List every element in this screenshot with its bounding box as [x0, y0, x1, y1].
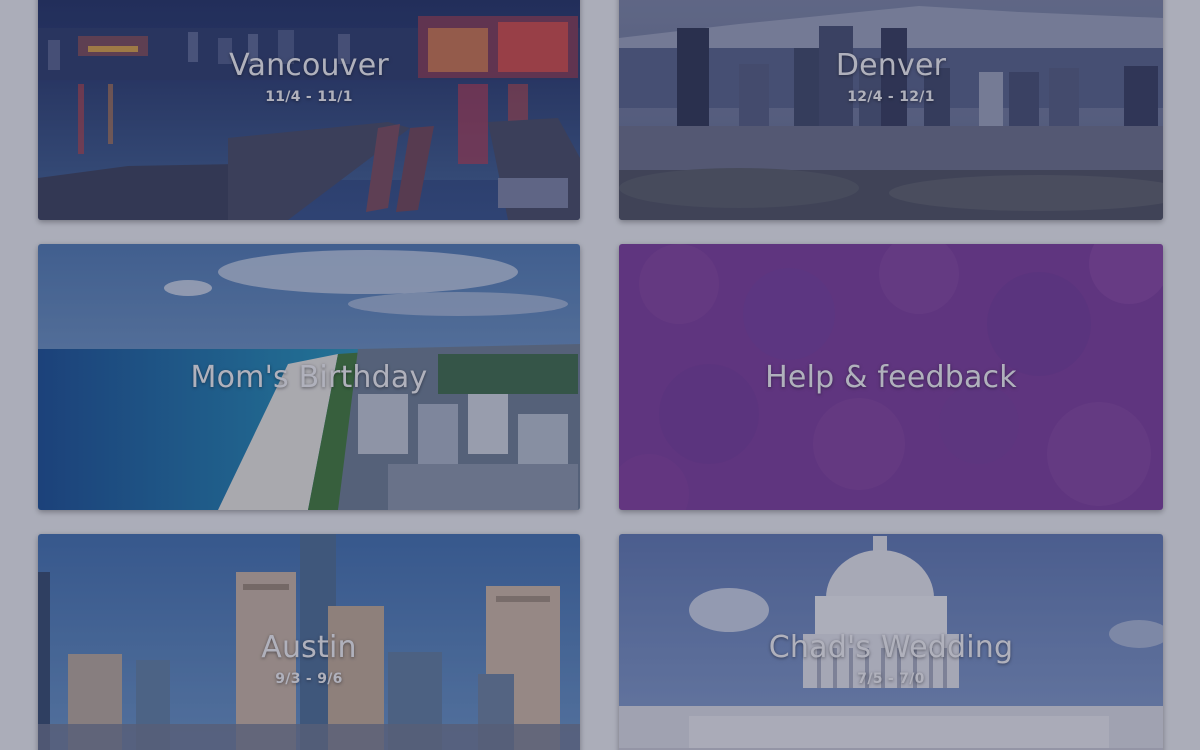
trip-dates: 11/4 - 11/1: [265, 89, 353, 105]
trip-card-austin[interactable]: Austin 9/3 - 9/6: [38, 534, 580, 750]
trip-card-denver[interactable]: Denver 12/4 - 12/1: [619, 0, 1163, 220]
trip-card-label: Denver 12/4 - 12/1: [619, 48, 1163, 105]
trip-title: Vancouver: [229, 48, 389, 83]
trip-dates: 12/4 - 12/1: [847, 89, 935, 105]
trip-title: Austin: [261, 630, 357, 665]
vancouver-photo: [38, 0, 580, 220]
trip-card-grid: Vancouver 11/4 - 11/1 Denver 12/4 - 12/1…: [0, 0, 1200, 750]
help-feedback-card[interactable]: Help & feedback: [619, 244, 1163, 510]
trip-card-moms-birthday[interactable]: Mom's Birthday: [38, 244, 580, 510]
trip-card-label: Mom's Birthday: [38, 360, 580, 395]
trip-card-label: Vancouver 11/4 - 11/1: [38, 48, 580, 105]
help-title: Help & feedback: [765, 360, 1017, 395]
trip-title: Mom's Birthday: [190, 360, 428, 395]
trip-dates: 9/3 - 9/6: [275, 671, 343, 687]
trip-title: Denver: [835, 48, 947, 83]
denver-photo: [619, 0, 1163, 220]
trip-card-label: Austin 9/3 - 9/6: [38, 630, 580, 687]
trip-card-chads-wedding[interactable]: Chad's Wedding 7/5 - 7/0: [619, 534, 1163, 750]
trips-page: Vancouver 11/4 - 11/1 Denver 12/4 - 12/1…: [0, 0, 1200, 750]
trip-card-vancouver[interactable]: Vancouver 11/4 - 11/1: [38, 0, 580, 220]
trip-dates: 7/5 - 7/0: [857, 671, 925, 687]
help-feedback-label: Help & feedback: [619, 360, 1163, 395]
trip-card-label: Chad's Wedding 7/5 - 7/0: [619, 630, 1163, 687]
trip-title: Chad's Wedding: [768, 630, 1014, 665]
